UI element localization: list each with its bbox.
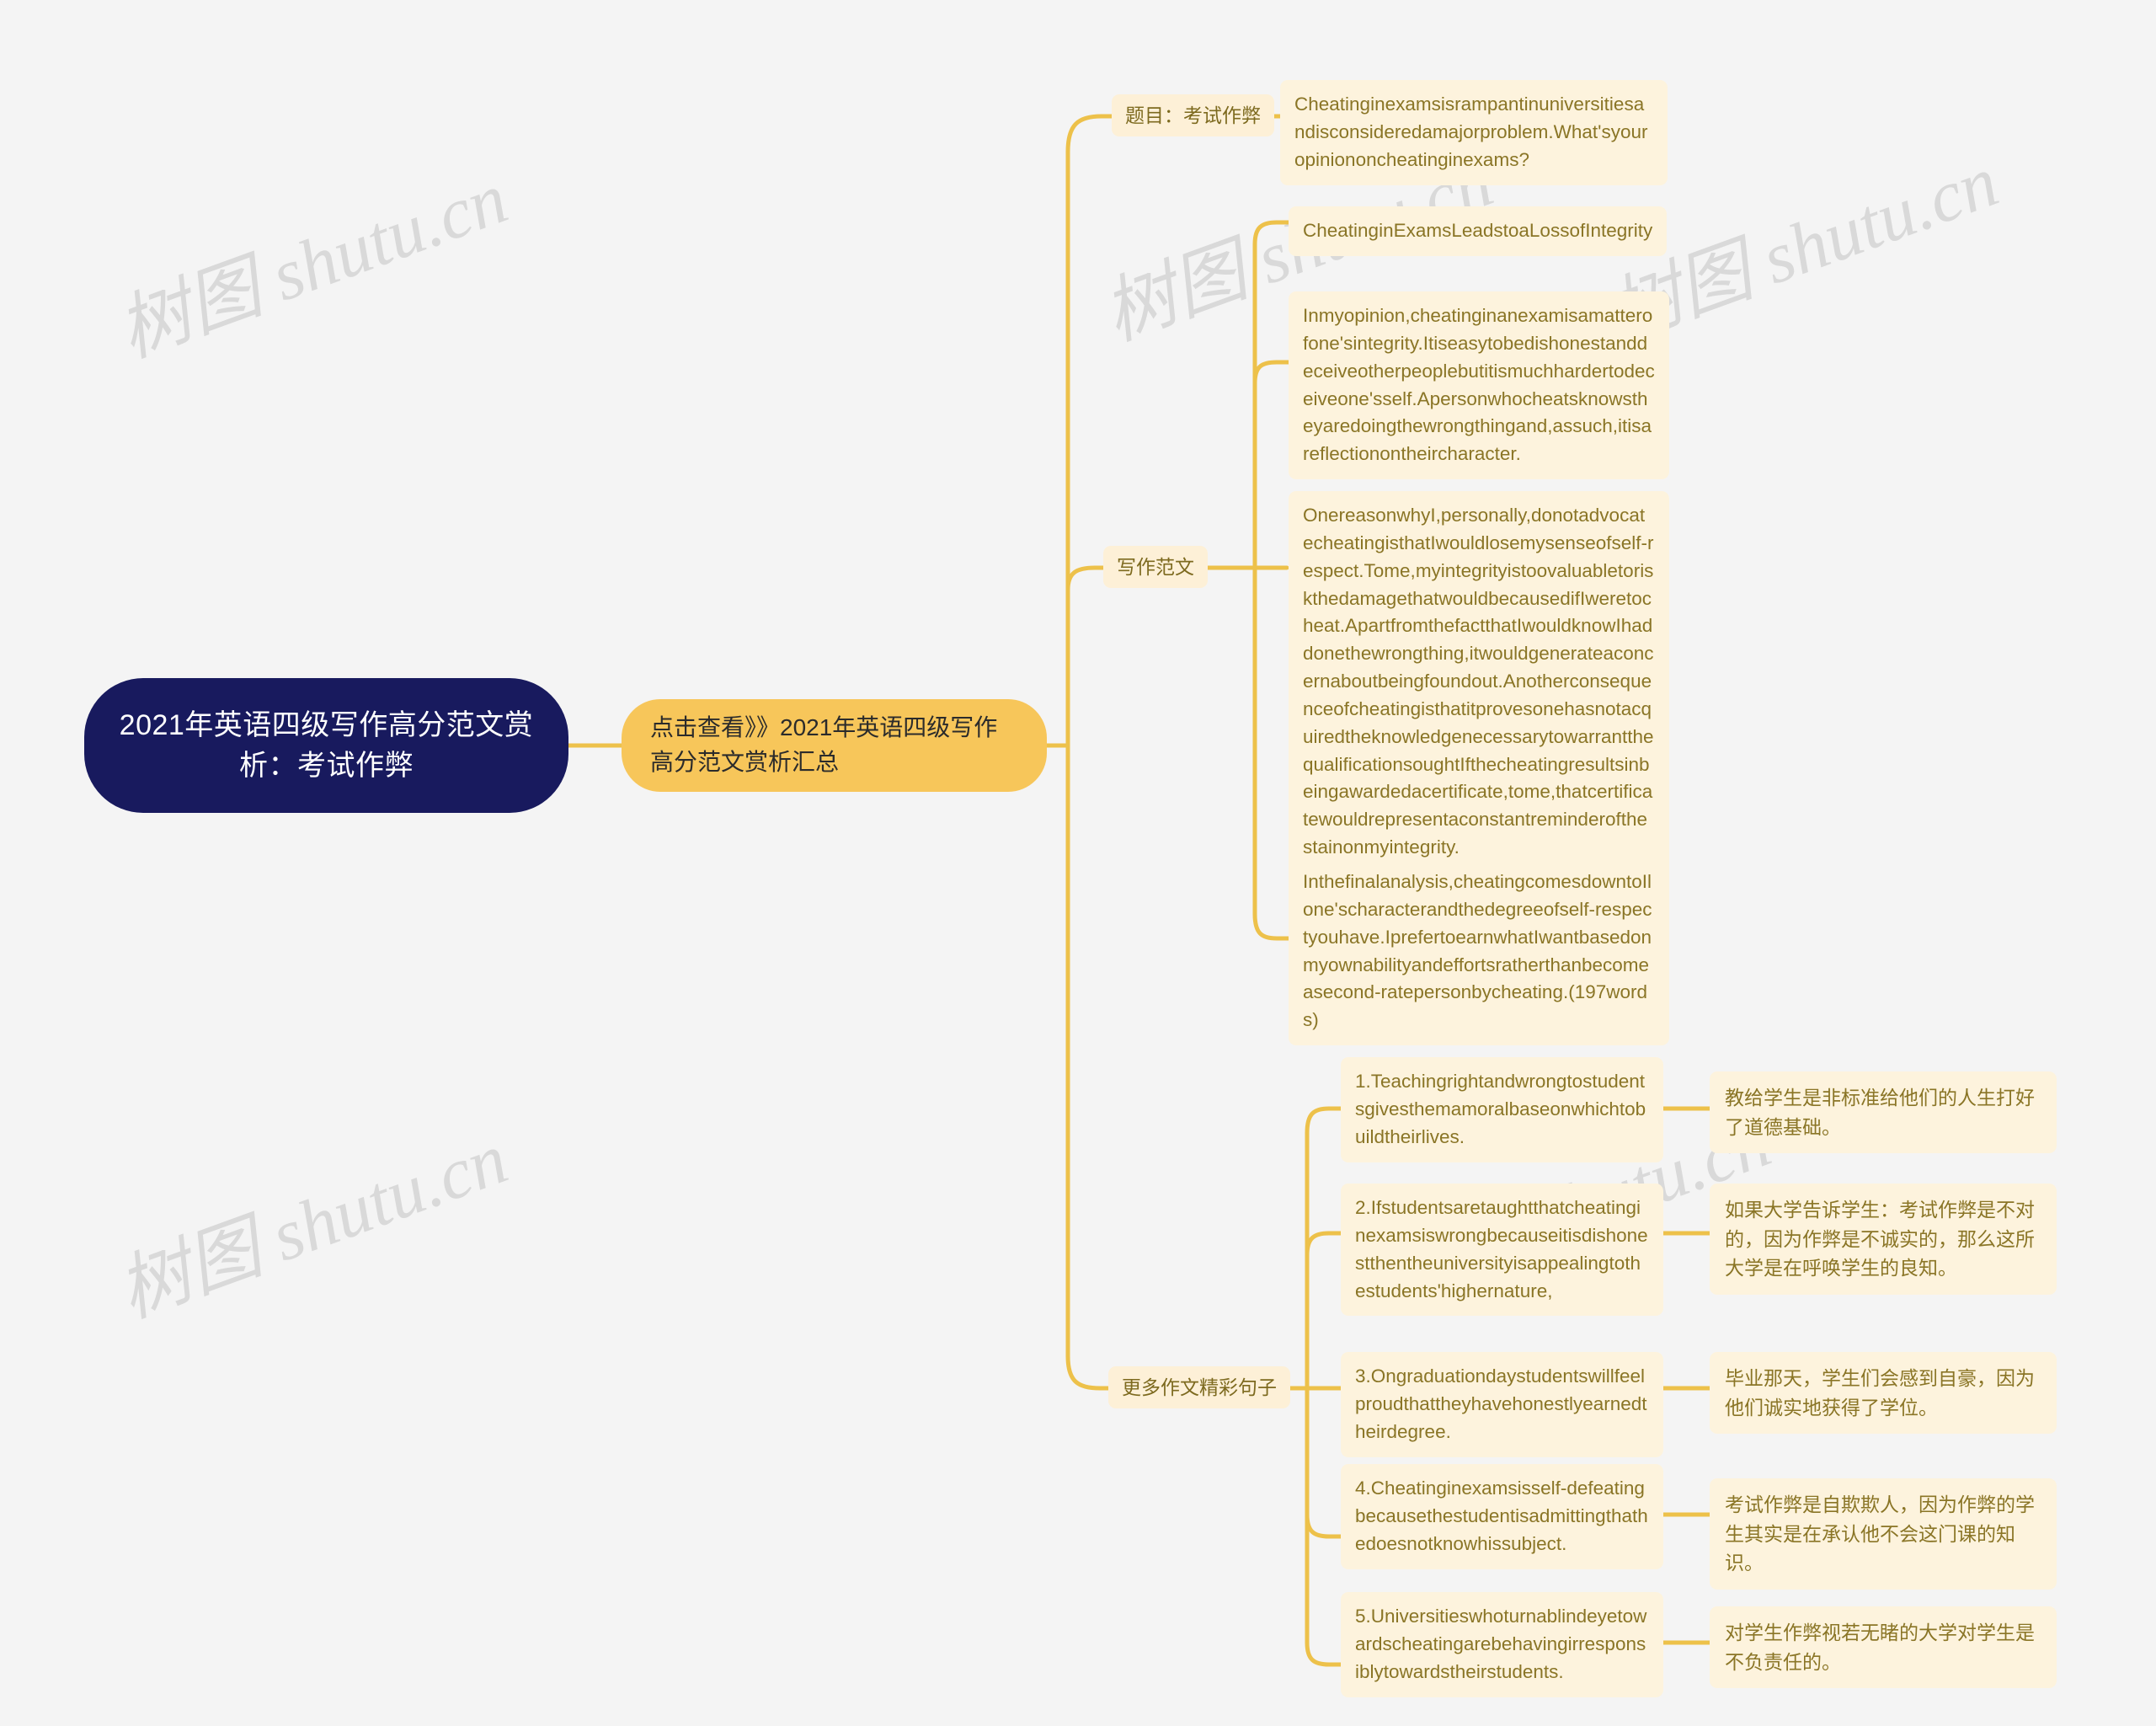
sentence-translation-node[interactable]: 教给学生是非标准给他们的人生打好了道德基础。 <box>1710 1071 2057 1153</box>
sentence-translation-node[interactable]: 对学生作弊视若无睹的大学对学生是不负责任的。 <box>1710 1606 2057 1688</box>
sentence-en-text: 5.Universitieswhoturnablindeyetowardsche… <box>1355 1606 1647 1682</box>
sentence-node[interactable]: 5.Universitieswhoturnablindeyetowardsche… <box>1341 1592 1663 1697</box>
sentence-translation-node[interactable]: 考试作弊是自欺欺人，因为作弊的学生其实是在承认他不会这门课的知识。 <box>1710 1478 2057 1590</box>
sentence-node[interactable]: 3.Ongraduationdaystudentswillfeelproudth… <box>1341 1352 1663 1457</box>
root-title: 2021年英语四级写作高分范文赏析：考试作弊 <box>119 708 534 782</box>
sentence-en-text: 3.Ongraduationdaystudentswillfeelproudth… <box>1355 1365 1647 1442</box>
essay-paragraph-node[interactable]: OnereasonwhyI,personally,donotadvocatech… <box>1289 491 1669 873</box>
branch-label-essay[interactable]: 写作范文 <box>1103 546 1208 589</box>
summary-link-label: 点击查看》》2021年英语四级写作高分范文赏析汇总 <box>650 714 998 775</box>
root-node[interactable]: 2021年英语四级写作高分范文赏析：考试作弊 <box>84 678 568 813</box>
essay-title-node[interactable]: CheatinginExamsLeadstoaLossofIntegrity <box>1289 206 1668 256</box>
branch-label-topic[interactable]: 题目：考试作弊 <box>1112 94 1274 137</box>
branch-label-sentences[interactable]: 更多作文精彩句子 <box>1108 1366 1290 1409</box>
branch-label-text: 更多作文精彩句子 <box>1122 1376 1277 1398</box>
essay-paragraph-node[interactable]: Inmyopinion,cheatinginanexamisamatterofo… <box>1289 291 1669 480</box>
sentence-node[interactable]: 2.Ifstudentsaretaughtthatcheatinginexams… <box>1341 1184 1663 1317</box>
watermark: 树图 shutu.cn <box>107 157 518 372</box>
essay-prompt-text: Cheatinginexamsisrampantinuniversitiesan… <box>1294 94 1648 170</box>
connector-lines <box>566 114 1712 1667</box>
essay-prompt-node[interactable]: Cheatinginexamsisrampantinuniversitiesan… <box>1280 80 1668 185</box>
summary-link-node[interactable]: 点击查看》》2021年英语四级写作高分范文赏析汇总 <box>622 699 1047 792</box>
sentence-en-text: 1.Teachingrightandwrongtostudentsgivesth… <box>1355 1071 1646 1147</box>
essay-title-text: CheatinginExamsLeadstoaLossofIntegrity <box>1303 220 1653 241</box>
branch-label-text: 写作范文 <box>1117 556 1194 578</box>
essay-paragraph-text: OnereasonwhyI,personally,donotadvocatech… <box>1303 505 1654 858</box>
sentence-node[interactable]: 1.Teachingrightandwrongtostudentsgivesth… <box>1341 1057 1663 1162</box>
branch-label-text: 题目：考试作弊 <box>1125 104 1261 126</box>
sentence-zh-text: 对学生作弊视若无睹的大学对学生是不负责任的。 <box>1725 1622 2035 1673</box>
sentence-en-text: 2.Ifstudentsaretaughtthatcheatinginexams… <box>1355 1197 1648 1301</box>
essay-paragraph-text: Inmyopinion,cheatinginanexamisamatterofo… <box>1303 305 1655 465</box>
sentence-zh-text: 如果大学告诉学生：考试作弊是不对的，因为作弊是不诚实的，那么这所大学是在呼唤学生… <box>1725 1199 2035 1279</box>
essay-paragraph-text: Inthefinalanalysis,cheatingcomesdowntoIl… <box>1303 871 1652 1031</box>
sentence-translation-node[interactable]: 如果大学告诉学生：考试作弊是不对的，因为作弊是不诚实的，那么这所大学是在呼唤学生… <box>1710 1184 2057 1295</box>
sentence-zh-text: 毕业那天，学生们会感到自豪，因为他们诚实地获得了学位。 <box>1725 1367 2035 1419</box>
essay-paragraph-node[interactable]: Inthefinalanalysis,cheatingcomesdowntoIl… <box>1289 858 1669 1046</box>
sentence-zh-text: 考试作弊是自欺欺人，因为作弊的学生其实是在承认他不会这门课的知识。 <box>1725 1494 2035 1574</box>
sentence-node[interactable]: 4.Cheatinginexamsisself-defeatingbecause… <box>1341 1464 1663 1569</box>
sentence-translation-node[interactable]: 毕业那天，学生们会感到自豪，因为他们诚实地获得了学位。 <box>1710 1352 2057 1434</box>
sentence-zh-text: 教给学生是非标准给他们的人生打好了道德基础。 <box>1725 1087 2035 1138</box>
sentence-en-text: 4.Cheatinginexamsisself-defeatingbecause… <box>1355 1478 1648 1554</box>
watermark: 树图 shutu.cn <box>107 1117 518 1333</box>
